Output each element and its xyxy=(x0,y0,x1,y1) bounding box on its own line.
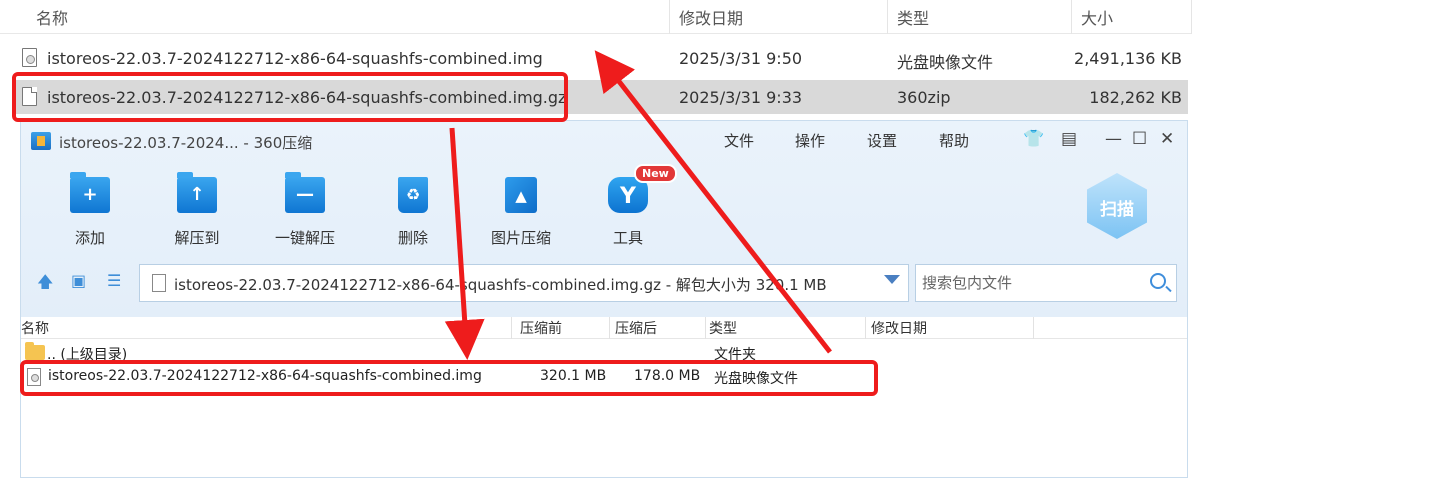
archive-path-bar[interactable]: istoreos-22.03.7-2024122712-x86-64-squas… xyxy=(139,264,909,302)
column-divider[interactable] xyxy=(609,317,610,339)
delete-label: 删除 xyxy=(397,229,428,247)
archive-list-header: 名称 压缩前 压缩后 类型 修改日期 xyxy=(21,317,1187,339)
window-title: istoreos-22.03.7-2024... - 360压缩 xyxy=(59,134,313,152)
zip-window-header: istoreos-22.03.7-2024... - 360压缩 文件 操作 设… xyxy=(21,121,1187,317)
column-divider xyxy=(1191,0,1192,34)
image-compress-label: 图片压缩 xyxy=(490,229,551,247)
image-zip-icon: ▲ xyxy=(505,177,537,213)
column-divider[interactable] xyxy=(1071,0,1072,34)
maximize-button[interactable]: ☐ xyxy=(1132,129,1147,149)
search-input[interactable] xyxy=(916,265,1136,301)
one-click-extract-button[interactable]: — 一键解压 xyxy=(260,172,350,253)
tools-label: 工具 xyxy=(612,229,643,247)
skin-icon[interactable]: 👕 xyxy=(1023,129,1044,149)
file-row-img[interactable]: istoreos-22.03.7-2024122712-x86-64-squas… xyxy=(14,41,1188,75)
column-divider[interactable] xyxy=(1033,317,1034,339)
column-divider[interactable] xyxy=(705,317,706,339)
quick-extract-folder-icon: — xyxy=(285,172,325,213)
search-icon[interactable] xyxy=(1150,273,1166,289)
file-icon xyxy=(152,274,166,292)
column-modified[interactable]: 修改日期 xyxy=(679,5,743,29)
column-modified[interactable]: 修改日期 xyxy=(871,318,927,338)
file-modified: 2025/3/31 9:33 xyxy=(679,88,803,107)
add-label: 添加 xyxy=(74,229,105,247)
column-name[interactable]: 名称 xyxy=(21,318,49,338)
one-click-extract-label: 一键解压 xyxy=(274,229,335,247)
column-divider[interactable] xyxy=(865,317,866,339)
up-arrow-icon[interactable]: 🡅 xyxy=(37,271,53,298)
column-original-size[interactable]: 压缩前 xyxy=(520,318,562,338)
menu-file[interactable]: 文件 xyxy=(724,130,754,151)
extract-to-button[interactable]: ↑ 解压到 xyxy=(152,172,242,253)
add-folder-icon: + xyxy=(70,172,110,213)
scan-button[interactable]: 扫描 xyxy=(1085,173,1149,245)
chevron-down-icon[interactable] xyxy=(884,275,900,284)
tools-button[interactable]: Y 工具 xyxy=(583,173,673,253)
feedback-icon[interactable]: ▤ xyxy=(1061,129,1077,149)
zip-window: istoreos-22.03.7-2024... - 360压缩 文件 操作 设… xyxy=(20,120,1188,478)
minimize-button[interactable]: — xyxy=(1105,129,1122,149)
scan-label: 扫描 xyxy=(1100,200,1134,220)
search-box[interactable] xyxy=(915,264,1177,302)
disc-image-file-icon xyxy=(22,48,37,67)
delete-button[interactable]: ♻ 删除 xyxy=(368,173,458,253)
add-button[interactable]: + 添加 xyxy=(45,172,135,253)
folder-icon xyxy=(25,342,45,360)
column-divider[interactable] xyxy=(511,317,512,339)
file-modified: 2025/3/31 9:50 xyxy=(679,49,803,68)
scan-shield-icon: 扫描 xyxy=(1087,173,1147,239)
archive-path-text: istoreos-22.03.7-2024122712-x86-64-squas… xyxy=(174,276,827,294)
file-type: 360zip xyxy=(897,88,951,107)
list-view-icon[interactable]: ☰ xyxy=(107,271,121,290)
column-type[interactable]: 类型 xyxy=(709,318,737,338)
close-button[interactable]: ✕ xyxy=(1160,129,1174,149)
menu-settings[interactable]: 设置 xyxy=(867,130,897,151)
file-name: istoreos-22.03.7-2024122712-x86-64-squas… xyxy=(47,49,543,68)
file-size: 2,491,136 KB xyxy=(1074,49,1182,68)
explorer-column-header: 名称 修改日期 类型 大小 xyxy=(0,0,1192,34)
column-name[interactable]: 名称 xyxy=(36,5,68,29)
new-badge: New xyxy=(634,164,677,183)
menu-help[interactable]: 帮助 xyxy=(939,130,969,151)
column-divider[interactable] xyxy=(669,0,670,34)
column-compressed-size[interactable]: 压缩后 xyxy=(615,318,657,338)
app-logo-icon xyxy=(31,132,51,150)
image-compress-button[interactable]: ▲ 图片压缩 xyxy=(476,173,566,253)
file-type: 光盘映像文件 xyxy=(897,53,994,72)
recycle-bin-icon: ♻ xyxy=(398,177,428,213)
file-size: 182,262 KB xyxy=(1089,88,1182,107)
extract-to-label: 解压到 xyxy=(174,229,220,247)
column-type[interactable]: 类型 xyxy=(897,5,929,29)
highlight-extracted-img xyxy=(20,360,878,396)
highlight-gz-file xyxy=(12,72,568,122)
column-divider[interactable] xyxy=(887,0,888,34)
menu-operate[interactable]: 操作 xyxy=(795,130,825,151)
column-size[interactable]: 大小 xyxy=(1081,5,1113,29)
thumbnail-view-icon[interactable]: ▣ xyxy=(71,271,86,290)
extract-folder-icon: ↑ xyxy=(177,172,217,213)
